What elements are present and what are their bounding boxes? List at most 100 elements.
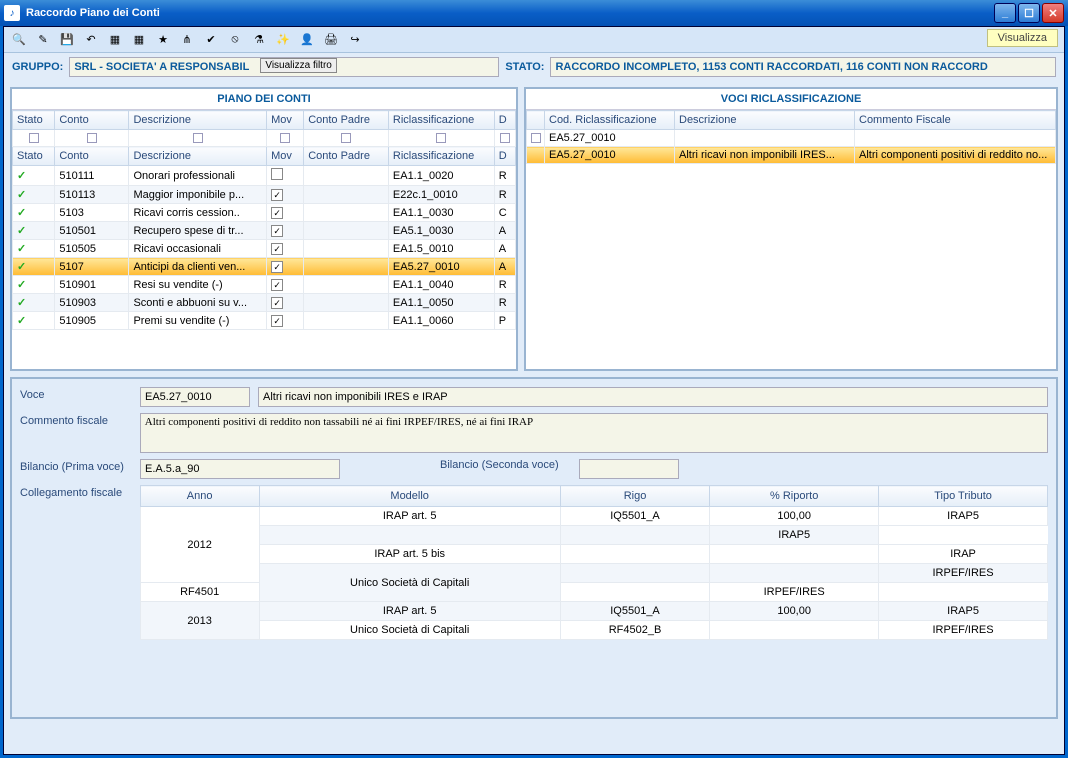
exit-icon[interactable]: ↪ [344,29,366,51]
grid-blue-icon[interactable]: ▦ [128,29,150,51]
row-marker [527,130,545,147]
user-icon[interactable]: 👤 [296,29,318,51]
mov-cell[interactable] [267,166,304,186]
col-header[interactable]: Descrizione [129,147,267,166]
col-header[interactable]: Cod. Riclassificazione [545,111,675,130]
col-header[interactable]: % Riporto [710,486,879,507]
table-row[interactable]: Unico Società di Capitali IRPEF/IRES [140,564,1047,583]
piano-conti-title: PIANO DEI CONTI [12,89,516,110]
table-row[interactable]: 2013IRAP art. 5IQ5501_A 100,00 IRAP5 [140,602,1047,621]
col-header[interactable]: Mov [267,111,304,130]
status-check-icon: ✓ [13,294,55,312]
status-check-icon: ✓ [13,166,55,186]
gruppo-value: SRL - SOCIETA' A RESPONSABIL [74,61,249,73]
mov-cell[interactable] [267,240,304,258]
col-header[interactable]: Descrizione [129,111,267,130]
table-row[interactable]: ✓ 510901 Resi su vendite (-) EA1.1_0040 … [13,276,516,294]
wand-icon[interactable]: ✨ [272,29,294,51]
bilancio2-field[interactable] [579,459,679,479]
col-header[interactable]: Stato [13,111,55,130]
col-header[interactable]: Commento Fiscale [855,111,1056,130]
mov-cell[interactable] [267,186,304,204]
check-icon[interactable]: ✔ [200,29,222,51]
col-header[interactable]: Modello [259,486,560,507]
print-icon[interactable]: 🖨 [320,29,342,51]
table-row[interactable]: ✓ 510111 Onorari professionali EA1.1_002… [13,166,516,186]
col-header[interactable]: Riclassificazione [388,147,494,166]
col-header[interactable]: Anno [140,486,259,507]
descr-cell: Ricavi occasionali [129,240,267,258]
table-row[interactable]: ✓ 510903 Sconti e abbuoni su v... EA1.1_… [13,294,516,312]
row-marker [527,147,545,164]
table-row[interactable]: 2012IRAP art. 5IQ5501_A 100,00 IRAP5 [140,507,1047,526]
table-row[interactable]: ✓ 5103 Ricavi corris cession.. EA1.1_003… [13,204,516,222]
table-row[interactable]: ✓ 510501 Recupero spese di tr... EA5.1_0… [13,222,516,240]
bilancio2-label: Bilancio (Seconda voce) [440,459,559,471]
descr-cell: Ricavi corris cession.. [129,204,267,222]
col-header[interactable]: D [494,147,515,166]
cancel-icon[interactable]: ⦸ [224,29,246,51]
d-cell: R [494,186,515,204]
undo-icon[interactable]: ↶ [80,29,102,51]
table-row[interactable]: ✓ 510905 Premi su vendite (-) EA1.1_0060… [13,312,516,330]
save-icon[interactable]: 💾 [56,29,78,51]
col-header[interactable]: Conto Padre [304,111,389,130]
col-header[interactable]: Conto Padre [304,147,389,166]
grid-red-icon[interactable]: ▦ [104,29,126,51]
voce-desc-field[interactable]: Altri ricavi non imponibili IRES e IRAP [258,387,1048,407]
mov-cell[interactable] [267,222,304,240]
col-header[interactable]: Conto [55,147,129,166]
ricl-cell: EA1.1_0030 [388,204,494,222]
table-row[interactable]: IRAP art. 5 bis IRAP [140,545,1047,564]
table-row[interactable]: Unico Società di CapitaliRF4502_B IRPEF/… [140,621,1047,640]
mov-cell[interactable] [267,204,304,222]
piano-conti-grid[interactable]: StatoContoDescrizioneMovConto PadreRicla… [12,110,516,369]
mov-cell[interactable] [267,276,304,294]
voci-riclass-grid[interactable]: Cod. RiclassificazioneDescrizioneComment… [526,110,1056,369]
table-row[interactable]: ✓ 5107 Anticipi da clienti ven... EA5.27… [13,258,516,276]
tree-icon[interactable]: ⋔ [176,29,198,51]
col-header[interactable]: Tipo Tributo [879,486,1048,507]
binoculars-icon[interactable]: 🔍 [8,29,30,51]
table-row[interactable]: EA5.27_0010 [527,130,1056,147]
d-cell: P [494,312,515,330]
bilancio1-label: Bilancio (Prima voce) [20,459,140,473]
table-row[interactable]: ✓ 510113 Maggior imponibile p... E22c.1_… [13,186,516,204]
col-header[interactable]: Riclassificazione [388,111,494,130]
bilancio1-field[interactable]: E.A.5.a_90 [140,459,340,479]
gruppo-label: GRUPPO: [12,61,63,73]
commento-fiscale-field[interactable] [140,413,1048,453]
collegamento-table[interactable]: AnnoModelloRigo% RiportoTipo Tributo 201… [140,485,1048,640]
voce-code-field[interactable]: EA5.27_0010 [140,387,250,407]
edit-icon[interactable]: ✎ [32,29,54,51]
table-row[interactable]: IRAP5 [140,526,1047,545]
col-header[interactable]: Stato [13,147,55,166]
gruppo-field[interactable]: SRL - SOCIETA' A RESPONSABIL Visualizza … [69,57,499,77]
star-icon[interactable]: ★ [152,29,174,51]
col-header[interactable]: Conto [55,111,129,130]
maximize-button[interactable]: ☐ [1018,3,1040,23]
col-header[interactable]: Rigo [560,486,709,507]
padre-cell [304,166,389,186]
table-row[interactable]: EA5.27_0010 Altri ricavi non imponibili … [527,147,1056,164]
mov-cell[interactable] [267,312,304,330]
visualizza-filtro-button[interactable]: Visualizza filtro [260,58,337,73]
close-button[interactable]: ✕ [1042,3,1064,23]
padre-cell [304,222,389,240]
col-header[interactable]: Mov [267,147,304,166]
padre-cell [304,240,389,258]
mov-cell[interactable] [267,294,304,312]
mov-cell[interactable] [267,258,304,276]
filter-icon[interactable]: ⚗ [248,29,270,51]
d-cell: R [494,166,515,186]
table-row[interactable]: ✓ 510505 Ricavi occasionali EA1.5_0010 A [13,240,516,258]
descr-cell [675,130,855,147]
col-header[interactable]: Descrizione [675,111,855,130]
piano-filter-row[interactable] [13,130,516,147]
status-check-icon: ✓ [13,240,55,258]
conto-cell: 510901 [55,276,129,294]
minimize-button[interactable]: _ [994,3,1016,23]
col-header[interactable]: D [494,111,515,130]
descr-cell: Maggior imponibile p... [129,186,267,204]
padre-cell [304,204,389,222]
